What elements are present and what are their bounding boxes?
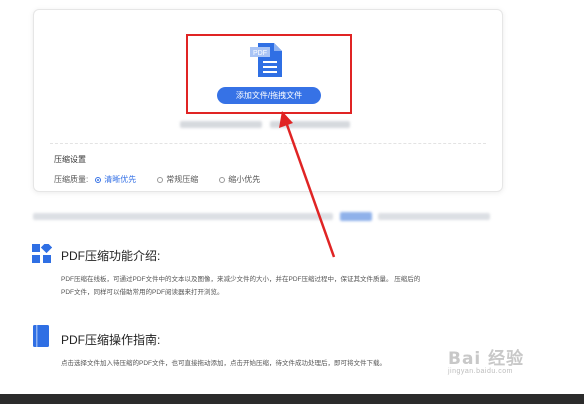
pdf-label: PDF [253,50,267,57]
radio-label: 清晰优先 [104,175,137,184]
divider [50,143,486,145]
radio-dot-icon [95,176,102,183]
watermark-brand: Bai 经验 [448,349,525,369]
quality-row: 压缩质量: 清晰优先 常规压缩 缩小优先 [54,174,274,185]
quality-label: 压缩质量: [54,175,89,184]
watermark: Bai 经验 jingyan.baidu.com [448,344,568,375]
blurred-text [340,212,372,221]
intro-line: PDF文件，同样可以借助常用的PDF阅读器来打开浏览。 [61,289,224,296]
radio-label: 缩小优先 [228,175,261,184]
guide-text: 点击选择文件加入待压缩的PDF文件，也可直接拖动添加，点击开始压缩，待文件成功处… [61,357,501,370]
radio-dot-icon [219,176,226,183]
blurred-text [270,121,350,128]
feature-grid-icon [32,244,52,263]
radio-normal-compress[interactable]: 常规压缩 [157,174,198,185]
radio-clear-priority[interactable]: 清晰优先 [95,174,136,185]
intro-title: PDF压缩功能介绍: [61,249,161,263]
intro-text: PDF压缩在线板，可通过PDF文件中的文本以及图像，来减少文件的大小，并在PDF… [61,273,501,299]
guide-line: 点击选择文件加入待压缩的PDF文件，也可直接拖动添加，点击开始压缩，待文件成功处… [61,360,386,367]
guide-book-icon [33,325,49,347]
guide-title: PDF压缩操作指南: [61,333,161,347]
radio-dot-icon [157,176,164,183]
settings-title: 压缩设置 [54,155,86,164]
blurred-text [378,213,490,220]
intro-line: PDF压缩在线板，可通过PDF文件中的文本以及图像，来减少文件的大小，并在PDF… [61,276,421,283]
footer-bar [0,394,584,404]
watermark-url: jingyan.baidu.com [448,368,513,375]
blurred-text [33,213,333,220]
upload-dropzone[interactable]: PDF 添加文件/拖拽文件 [186,34,352,114]
pdf-file-icon: PDF [250,43,282,77]
add-file-button[interactable]: 添加文件/拖拽文件 [217,87,321,104]
radio-smaller-priority[interactable]: 缩小优先 [219,174,260,185]
radio-label: 常规压缩 [166,175,199,184]
blurred-text [180,121,262,128]
